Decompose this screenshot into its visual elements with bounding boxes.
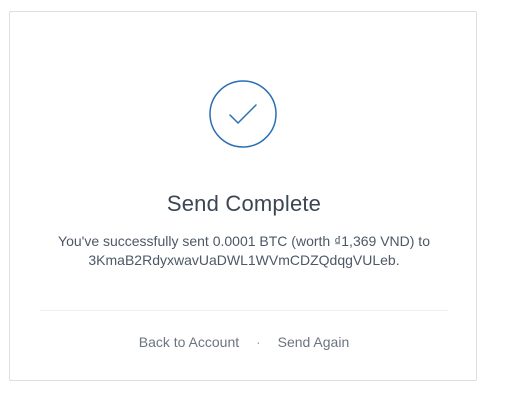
success-message: You've successfully sent 0.0001 BTC (wor…	[30, 232, 458, 270]
action-links: Back to Account · Send Again	[10, 332, 478, 352]
success-message-line-1: You've successfully sent 0.0001 BTC (wor…	[58, 233, 430, 249]
checkmark-circle-icon	[209, 80, 277, 148]
page-title: Send Complete	[166, 191, 322, 216]
send-again-link[interactable]: Send Again	[278, 334, 350, 350]
separator-dot: ·	[256, 334, 261, 350]
back-to-account-link[interactable]: Back to Account	[139, 334, 239, 350]
recipient-address: 3KmaB2RdyxwavUaDWL1WVmCDZQdqgVULeb.	[88, 252, 400, 268]
send-complete-card: Send Complete You've successfully sent 0…	[9, 11, 477, 381]
divider	[40, 310, 448, 311]
